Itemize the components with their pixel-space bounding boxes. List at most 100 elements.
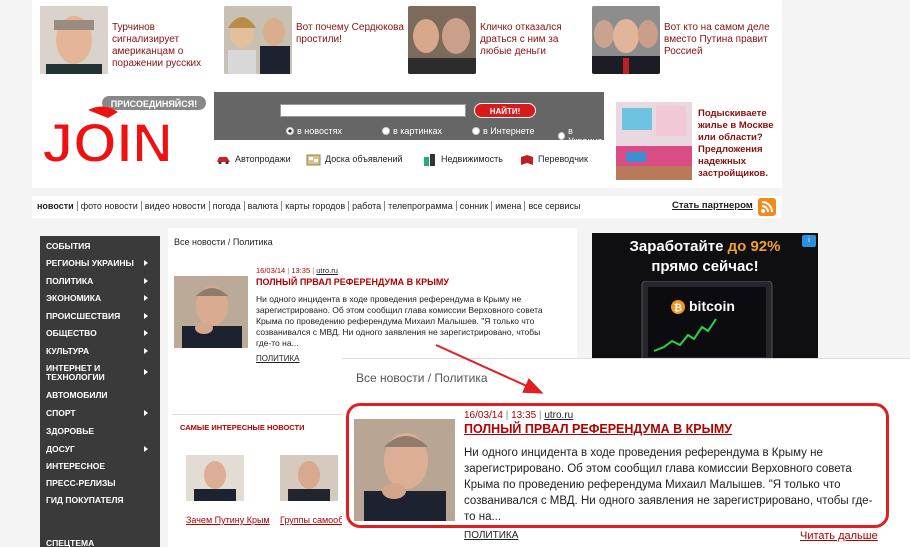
service-link-translator[interactable]: Переводчик: [519, 154, 588, 165]
teaser-text[interactable]: Турчинов сигнализирует американцам о пор…: [112, 22, 220, 70]
nav-item-tv[interactable]: телепрограмма: [385, 201, 457, 211]
sidebar-item-regions[interactable]: РЕГИОНЫ УКРАИНЫ: [46, 259, 134, 268]
category-sidebar: СОБЫТИЯ РЕГИОНЫ УКРАИНЫ ПОЛИТИКА ЭКОНОМИ…: [40, 236, 160, 547]
rss-icon[interactable]: [758, 198, 776, 216]
chevron-right-icon[interactable]: [144, 348, 148, 354]
search-radio-news[interactable]: в новостях: [286, 126, 342, 136]
sidebar-item-health[interactable]: ЗДОРОВЬЕ: [46, 427, 94, 436]
chevron-right-icon[interactable]: [144, 369, 148, 375]
realty-ad-image[interactable]: [616, 102, 692, 180]
chevron-right-icon[interactable]: [144, 446, 148, 452]
svg-text:₿: ₿: [674, 302, 682, 314]
article-source-link[interactable]: utro.ru: [316, 266, 338, 275]
radio-label: в Интернете: [483, 126, 535, 136]
zoom-breadcrumb[interactable]: Все новости / Политика: [356, 371, 488, 385]
board-icon: [306, 154, 321, 166]
teaser-text[interactable]: Кличко отказался драться с ним за любые …: [480, 22, 588, 58]
page: Турчинов сигнализирует американцам о пор…: [0, 0, 910, 547]
article-date: 16/03/14: [256, 266, 286, 275]
radio-dot[interactable]: [472, 127, 480, 135]
sidebar-item-sport[interactable]: СПОРТ: [46, 409, 76, 418]
teaser-photo[interactable]: [408, 6, 476, 74]
nav-item-city-maps[interactable]: карты городов: [282, 201, 350, 211]
zoom-article-date: 16/03/14: [464, 410, 503, 421]
search-input[interactable]: [280, 104, 466, 117]
chevron-right-icon[interactable]: [144, 260, 148, 266]
chevron-right-icon[interactable]: [144, 295, 148, 301]
article-title[interactable]: ПОЛНЫЙ ПРВАЛ РЕФЕРЕНДУМА В КРЫМУ: [256, 277, 449, 287]
sidebar-item-society[interactable]: ОБЩЕСТВО: [46, 329, 97, 338]
bitcoin-ad-headline-text: Заработайте: [629, 238, 728, 255]
become-partner-link[interactable]: Стать партнером: [672, 200, 753, 211]
service-label: Доска объявлений: [325, 154, 403, 164]
chevron-right-icon[interactable]: [144, 410, 148, 416]
service-link-realty[interactable]: Недвижимость: [422, 154, 503, 166]
radio-label: в Украине: [568, 126, 603, 146]
sidebar-item-economy[interactable]: ЭКОНОМИКА: [46, 294, 101, 303]
radio-dot[interactable]: [558, 132, 566, 140]
sidebar-item-leisure[interactable]: ДОСУГ: [46, 445, 75, 454]
article-time: 13:35: [291, 266, 311, 275]
article-tag-link[interactable]: ПОЛИТИКА: [256, 354, 300, 363]
bitcoin-ad-headline: Заработайте до 92%: [592, 238, 818, 255]
logo-join-caption: ПРИСОЕДИНЯЙСЯ!: [111, 98, 198, 109]
search-radio-images[interactable]: в картинках: [382, 126, 442, 136]
service-label: Переводчик: [538, 154, 588, 164]
article-body: Ни одного инцидента в ходе проведения ре…: [256, 294, 543, 348]
interesting-news-thumb[interactable]: [186, 455, 244, 501]
sidebar-item-cars[interactable]: АВТОМОБИЛИ: [46, 391, 108, 400]
zoom-article-tag-link[interactable]: ПОЛИТИКА: [464, 530, 518, 541]
nav-item-jobs[interactable]: работа: [349, 201, 386, 211]
search-panel: НАЙТИ! в новостях в картинках в Интернет…: [214, 92, 604, 146]
article-photo[interactable]: [174, 276, 248, 348]
zoomed-article-callout: Все новости / Политика 16/03/14 | 13:35 …: [342, 358, 910, 547]
teaser-photo[interactable]: [592, 6, 660, 74]
search-radio-internet[interactable]: в Интернете: [472, 126, 534, 136]
radio-dot[interactable]: [382, 127, 390, 135]
bitcoin-ad-subline: прямо сейчас!: [651, 258, 759, 275]
nav-items: новости фото новости видео новости погод…: [34, 201, 583, 211]
interesting-news-thumb[interactable]: [280, 455, 338, 501]
nav-item-dreams[interactable]: сонник: [457, 201, 493, 211]
service-link-auto[interactable]: Автопродажи: [216, 154, 291, 165]
teaser-text[interactable]: Вот почему Сердюкова простили!: [296, 22, 404, 46]
interesting-news-caption[interactable]: Зачем Путину Крым: [186, 515, 270, 525]
sidebar-item-culture[interactable]: КУЛЬТУРА: [46, 347, 89, 356]
read-more-link[interactable]: Читать дальше: [800, 530, 878, 542]
bitcoin-brand: bitcoin: [689, 298, 735, 314]
nav-item-news[interactable]: новости: [34, 201, 78, 211]
sidebar-item-buyer-guide[interactable]: ГИД ПОКУПАТЕЛЯ: [46, 496, 124, 505]
sidebar-item-interesting[interactable]: ИНТЕРЕСНОЕ: [46, 462, 105, 471]
zoom-article-source-link[interactable]: utro.ru: [544, 410, 573, 421]
sidebar-item-special[interactable]: СПЕЦТЕМА: [46, 539, 94, 547]
radio-dot[interactable]: [286, 127, 294, 135]
sidebar-item-incidents[interactable]: ПРОИСШЕСТВИЯ: [46, 312, 120, 321]
sidebar-item-politics[interactable]: ПОЛИТИКА: [46, 277, 93, 286]
nav-item-weather[interactable]: погода: [210, 201, 245, 211]
sidebar-item-events[interactable]: СОБЫТИЯ: [46, 242, 90, 251]
realty-ad-text[interactable]: Подыскиваете жилье в Москве или области?…: [698, 108, 782, 180]
service-link-classifieds[interactable]: Доска объявлений: [306, 154, 403, 166]
service-label: Недвижимость: [441, 154, 503, 164]
nav-item-video-news[interactable]: видео новости: [142, 201, 210, 211]
chevron-right-icon[interactable]: [144, 278, 148, 284]
book-icon: [519, 154, 534, 165]
chevron-right-icon[interactable]: [144, 313, 148, 319]
zoom-article-photo[interactable]: [354, 419, 455, 521]
join-logo[interactable]: ПРИСОЕДИНЯЙСЯ! JOIN: [38, 92, 208, 175]
nav-item-currency[interactable]: валюта: [245, 201, 283, 211]
zoom-article-title[interactable]: ПОЛНЫЙ ПРВАЛ РЕФЕРЕНДУМА В КРЫМУ: [464, 422, 732, 436]
chevron-right-icon[interactable]: [144, 330, 148, 336]
nav-item-all-services[interactable]: все сервисы: [525, 201, 583, 211]
search-button[interactable]: НАЙТИ!: [474, 103, 536, 118]
nav-item-names[interactable]: имена: [492, 201, 526, 211]
top-nav: новости фото новости видео новости погод…: [32, 196, 782, 218]
sidebar-item-press-releases[interactable]: ПРЕСС-РЕЛИЗЫ: [46, 479, 116, 488]
nav-item-photo-news[interactable]: фото новости: [78, 201, 142, 211]
teaser-photo[interactable]: [224, 6, 292, 74]
teaser-text[interactable]: Вот кто на самом деле вместо Путина прав…: [664, 22, 772, 58]
teaser-photo[interactable]: [40, 6, 108, 74]
search-radio-ukraine[interactable]: в Украине: [558, 126, 604, 146]
sidebar-item-internet-tech[interactable]: ИНТЕРНЕТ И ТЕХНОЛОГИИ: [46, 364, 132, 382]
breadcrumb[interactable]: Все новости / Политика: [174, 237, 273, 247]
